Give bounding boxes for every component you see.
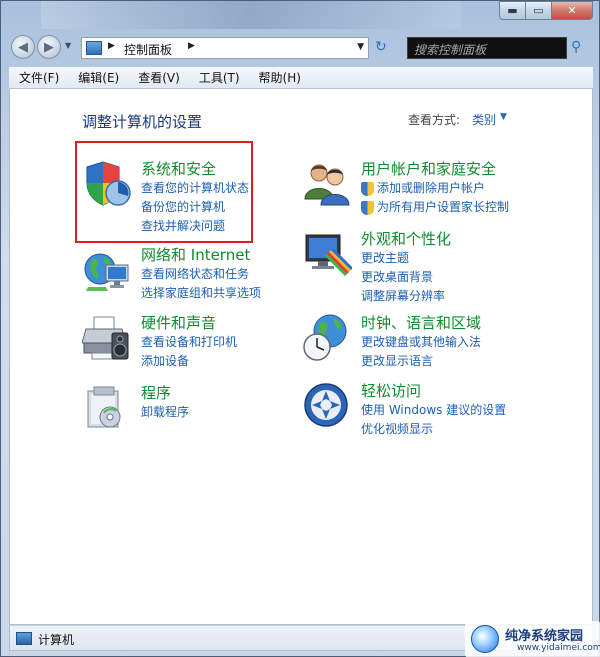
watermark: 纯净系统家园 www.yidaimei.com (465, 621, 600, 657)
category-title[interactable]: 外观和个性化 (361, 229, 451, 249)
watermark-title: 纯净系统家园 (505, 629, 584, 644)
programs-box-icon[interactable] (82, 383, 132, 433)
menu-help[interactable]: 帮助(H) (249, 69, 310, 86)
link-optimize-visual-display[interactable]: 优化视频显示 (361, 420, 506, 439)
chevron-down-icon[interactable]: ▼ (500, 112, 507, 122)
category-text: 轻松访问 使用 Windows 建议的设置 优化视频显示 (361, 381, 506, 439)
maximize-button[interactable]: ▭ (525, 1, 552, 20)
link-screen-resolution[interactable]: 调整屏幕分辨率 (361, 287, 451, 306)
back-arrow-icon: ◀ (18, 39, 28, 55)
computer-icon (16, 632, 32, 645)
link-change-display-language[interactable]: 更改显示语言 (361, 352, 481, 371)
menu-file[interactable]: 文件(F) (9, 69, 68, 86)
users-icon[interactable] (302, 159, 352, 209)
menu-edit[interactable]: 编辑(E) (68, 69, 128, 86)
menu-bar: 文件(F) 编辑(E) 查看(V) 工具(T) 帮助(H) (9, 67, 593, 89)
navigation-bar: ◀ ▶ ▼ ▶ 控制面板 ▶ ▼ ↻ 搜索控制面板 ⚲ (1, 31, 600, 63)
category-title[interactable]: 网络和 Internet (141, 245, 261, 265)
category-title[interactable]: 时钟、语言和区域 (361, 313, 481, 333)
breadcrumb-chevron-icon[interactable]: ▶ (188, 41, 195, 51)
link-add-remove-user[interactable]: 添加或删除用户帐户 (361, 179, 509, 198)
security-shield-icon[interactable] (82, 159, 132, 209)
link-change-background[interactable]: 更改桌面背景 (361, 268, 451, 287)
breadcrumb-control-panel[interactable]: 控制面板 (124, 41, 172, 58)
status-text: 计算机 (38, 633, 75, 647)
view-by-dropdown[interactable]: 类别 (472, 111, 496, 128)
menu-tools[interactable]: 工具(T) (189, 69, 249, 86)
category-title[interactable]: 轻松访问 (361, 381, 506, 401)
link-network-status[interactable]: 查看网络状态和任务 (141, 265, 261, 284)
search-icon[interactable]: ⚲ (571, 39, 581, 55)
watermark-url: www.yidaimei.com (517, 643, 600, 653)
ease-of-access-icon[interactable] (302, 381, 352, 431)
control-panel-window: ▬ ▭ ✕ ◀ ▶ ▼ ▶ 控制面板 ▶ ▼ ↻ 搜索控制面板 ⚲ 文件(F) … (0, 0, 600, 657)
clock-globe-icon[interactable] (302, 313, 352, 363)
monitor-palette-icon[interactable] (302, 229, 352, 279)
search-input[interactable]: 搜索控制面板 (407, 37, 567, 59)
link-change-input-method[interactable]: 更改键盘或其他输入法 (361, 333, 481, 352)
address-bar[interactable]: ▶ 控制面板 ▶ ▼ (81, 37, 369, 59)
link-uninstall-program[interactable]: 卸载程序 (141, 403, 189, 422)
link-windows-recommended-settings[interactable]: 使用 Windows 建议的设置 (361, 401, 506, 420)
category-title[interactable]: 用户帐户和家庭安全 (361, 159, 509, 179)
window-controls: ▬ ▭ ✕ (499, 1, 593, 20)
category-text: 程序 卸载程序 (141, 383, 189, 422)
category-title[interactable]: 系统和安全 (141, 159, 249, 179)
forward-arrow-icon: ▶ (44, 39, 54, 55)
category-title[interactable]: 硬件和声音 (141, 313, 237, 333)
link-change-theme[interactable]: 更改主题 (361, 249, 451, 268)
category-text: 网络和 Internet 查看网络状态和任务 选择家庭组和共享选项 (141, 245, 261, 303)
network-globe-icon[interactable] (82, 245, 132, 295)
minimize-button[interactable]: ▬ (499, 1, 526, 20)
forward-button[interactable]: ▶ (37, 35, 61, 59)
link-troubleshoot[interactable]: 查找并解决问题 (141, 217, 249, 236)
link-view-computer-status[interactable]: 查看您的计算机状态 (141, 179, 249, 198)
printer-speaker-icon[interactable] (82, 313, 132, 363)
category-text: 硬件和声音 查看设备和打印机 添加设备 (141, 313, 237, 371)
menu-view[interactable]: 查看(V) (128, 69, 189, 86)
link-add-device[interactable]: 添加设备 (141, 352, 237, 371)
breadcrumb-chevron-icon[interactable]: ▶ (108, 41, 115, 51)
link-devices-printers[interactable]: 查看设备和打印机 (141, 333, 237, 352)
close-button[interactable]: ✕ (551, 1, 593, 20)
address-dropdown-icon[interactable]: ▼ (357, 42, 364, 52)
page-title: 调整计算机的设置 (82, 113, 203, 131)
control-panel-icon (86, 41, 102, 55)
uac-shield-icon (361, 181, 374, 196)
link-text: 添加或删除用户帐户 (377, 181, 486, 195)
link-homegroup-sharing[interactable]: 选择家庭组和共享选项 (141, 284, 261, 303)
view-by-label: 查看方式: (408, 113, 461, 127)
link-backup-computer[interactable]: 备份您的计算机 (141, 198, 249, 217)
watermark-logo-icon (471, 625, 499, 653)
category-text: 用户帐户和家庭安全 添加或删除用户帐户 为所有用户设置家长控制 (361, 159, 509, 217)
uac-shield-icon (361, 200, 374, 215)
link-text: 为所有用户设置家长控制 (377, 200, 510, 214)
refresh-icon[interactable]: ↻ (375, 39, 387, 55)
main-content: 调整计算机的设置 查看方式: 类别 ▼ 系统和安全 查看您的计算机状态 备份您的… (9, 89, 593, 625)
category-text: 外观和个性化 更改主题 更改桌面背景 调整屏幕分辨率 (361, 229, 451, 306)
back-button[interactable]: ◀ (11, 35, 35, 59)
link-parental-controls[interactable]: 为所有用户设置家长控制 (361, 198, 509, 217)
title-bar: ▬ ▭ ✕ (1, 1, 600, 29)
recent-pages-dropdown[interactable]: ▼ (65, 41, 71, 50)
category-text: 时钟、语言和区域 更改键盘或其他输入法 更改显示语言 (361, 313, 481, 371)
title-bar-background (41, 1, 461, 29)
category-text: 系统和安全 查看您的计算机状态 备份您的计算机 查找并解决问题 (141, 159, 249, 236)
category-title[interactable]: 程序 (141, 383, 189, 403)
